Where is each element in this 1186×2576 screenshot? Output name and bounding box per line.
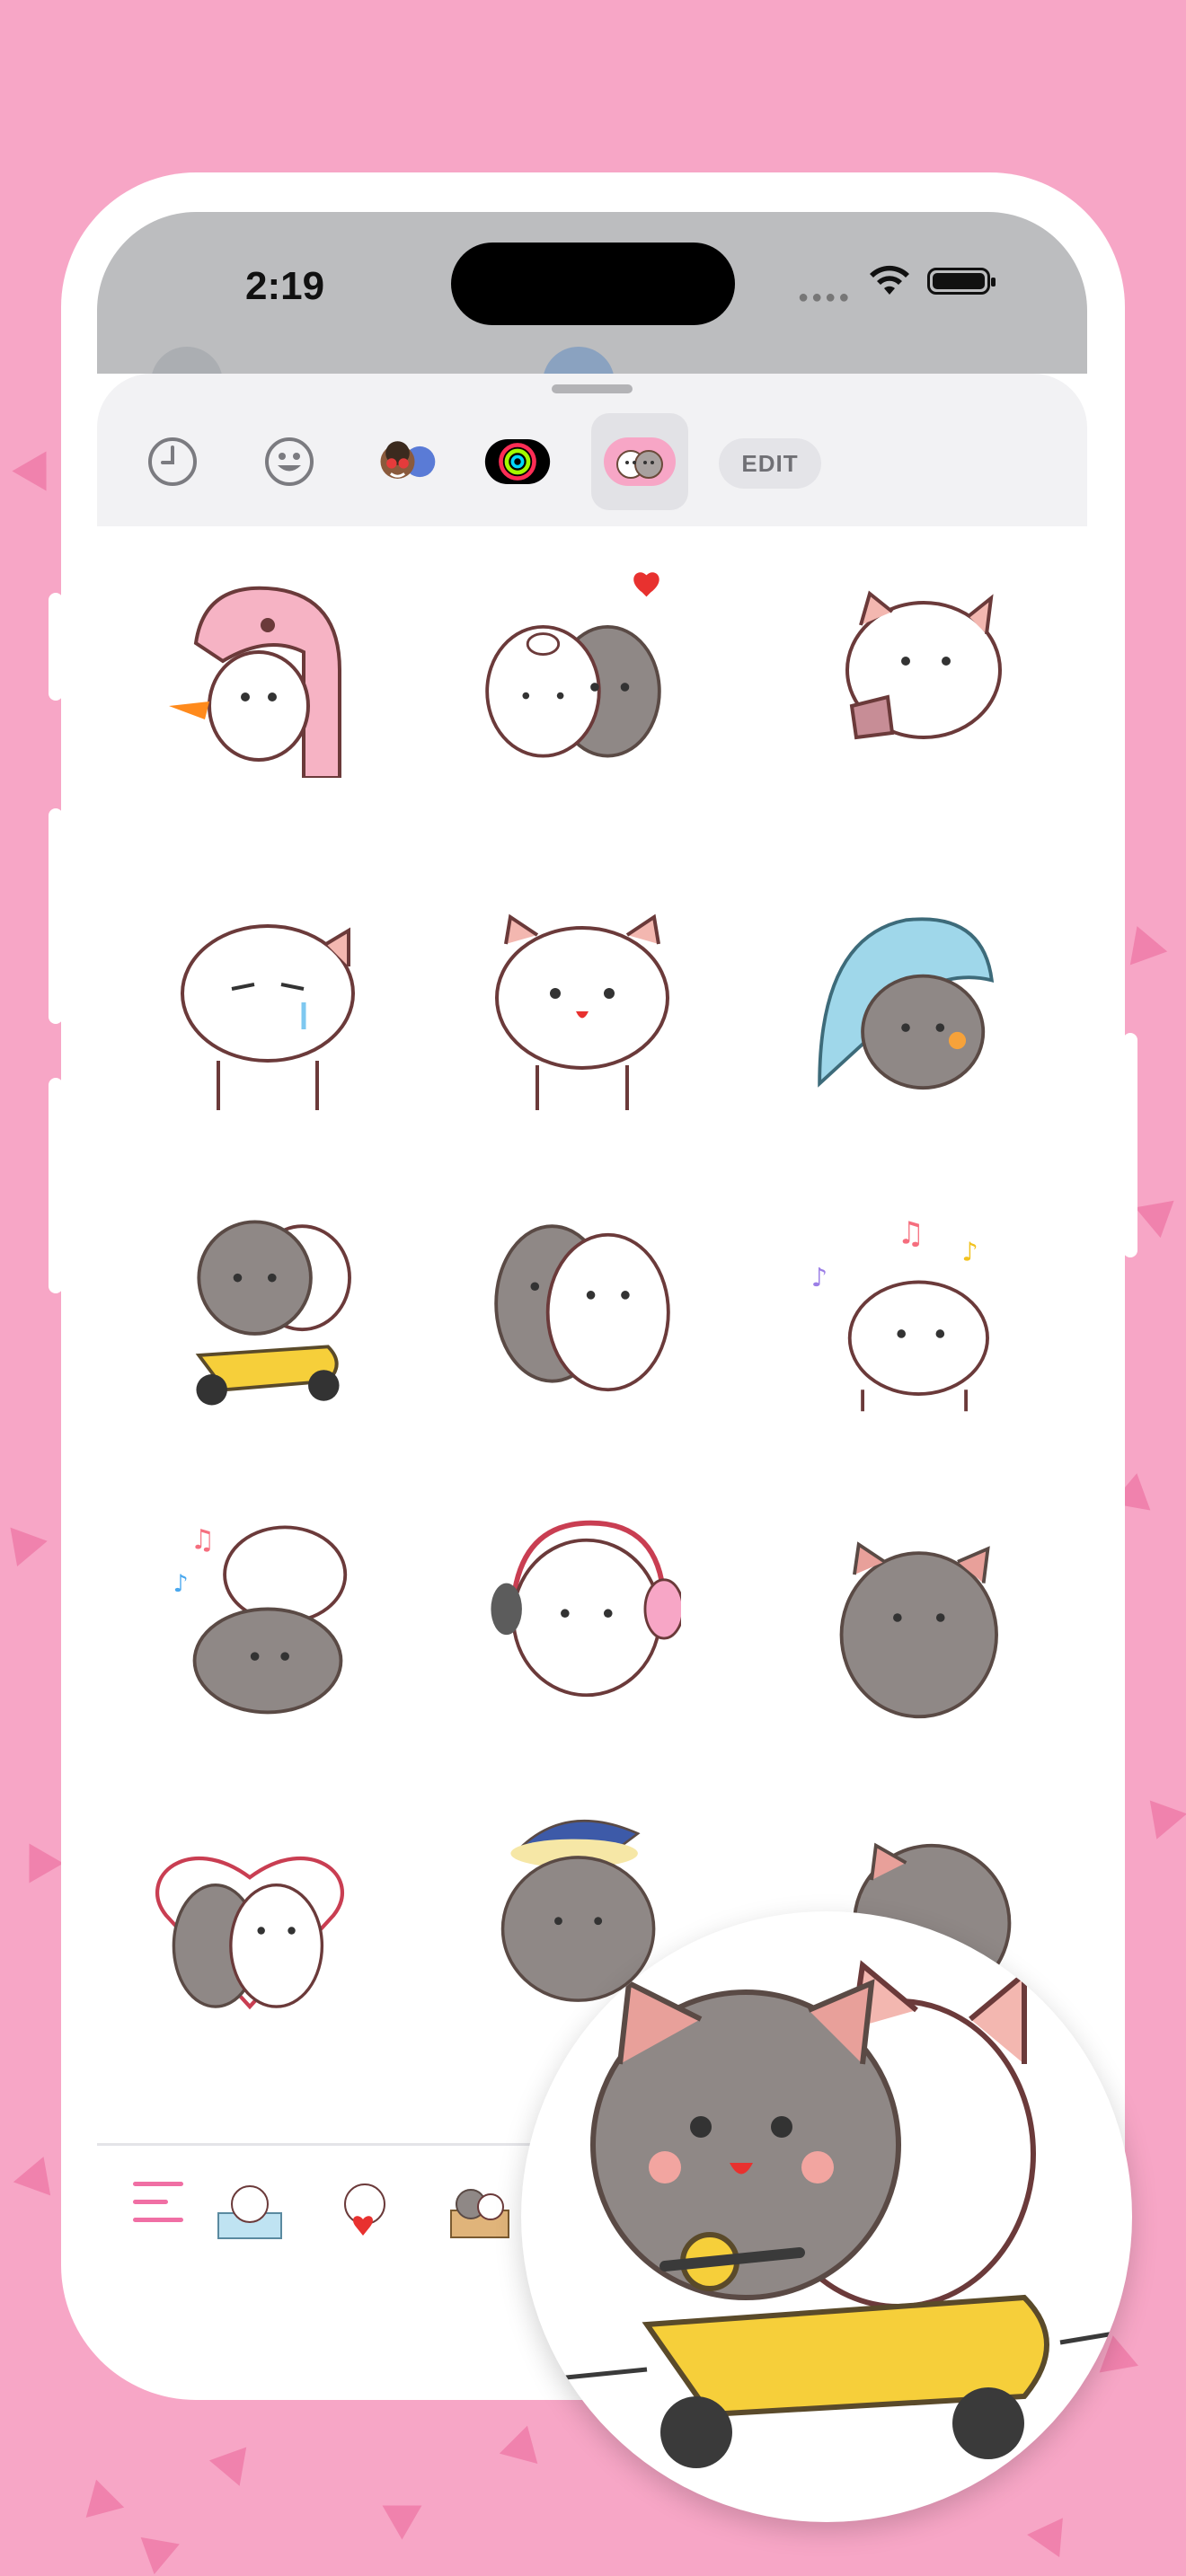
tab-recent[interactable] — [138, 428, 207, 496]
status-time: 2:19 — [245, 264, 325, 308]
tab-emoji[interactable] — [255, 428, 323, 496]
sticker-grey-cat-waving[interactable] — [816, 1514, 1013, 1721]
cats-riding-scooter-enlarged-icon — [556, 1960, 1115, 2468]
side-button — [1123, 1033, 1137, 1257]
tab-activity[interactable] — [483, 428, 552, 496]
tab-cat-stickers[interactable] — [591, 413, 688, 510]
sticker-tab-bar: EDIT — [97, 374, 1087, 526]
sticker-white-cat-headphones[interactable] — [483, 1514, 681, 1721]
clock-icon — [148, 437, 197, 486]
sheet-grabber[interactable] — [552, 384, 633, 393]
smiley-icon — [265, 437, 314, 486]
sticker-cats-on-scooter[interactable] — [169, 1209, 367, 1416]
svg-text:♫: ♫ — [190, 1524, 215, 1556]
sticker-white-cat-crying[interactable] — [169, 904, 367, 1110]
sticker-cats-hugging[interactable] — [483, 1209, 681, 1416]
tab-memoji[interactable] — [372, 428, 440, 496]
sticker-grey-cat-blue-dino[interactable] — [807, 886, 1005, 1092]
sticker-cats-stacked-music[interactable]: ♫ ♪ — [169, 1514, 367, 1721]
side-button — [49, 808, 63, 1024]
hamburger-menu-icon[interactable] — [133, 2182, 183, 2227]
sticker-pink-dino-cat-fire[interactable] — [169, 571, 367, 778]
sticker-white-cat-smiling[interactable] — [483, 904, 681, 1110]
svg-text:♪: ♪ — [811, 1262, 828, 1292]
cat-pack-icon[interactable] — [329, 2173, 401, 2245]
sticker-white-cat-drinking[interactable] — [816, 571, 1013, 778]
memoji-avatars-icon — [380, 441, 436, 479]
sticker-zoom-preview — [521, 1911, 1132, 2522]
cellular-dots-icon: ●●●● — [798, 287, 853, 307]
sticker-white-cat-music[interactable]: ♫ ♪ ♪ — [807, 1209, 1005, 1416]
activity-rings-icon — [484, 438, 551, 485]
side-button — [49, 1078, 63, 1293]
battery-icon — [927, 268, 996, 295]
svg-text:♪: ♪ — [173, 1570, 189, 1598]
sticker-cats-heart-outline[interactable] — [151, 1820, 349, 2026]
edit-button[interactable]: EDIT — [719, 438, 821, 489]
svg-text:♫: ♫ — [897, 1215, 925, 1251]
cat-pack-icon[interactable] — [214, 2173, 286, 2245]
sticker-pig-hood-with-grey-cat[interactable] — [474, 562, 672, 769]
dynamic-island — [451, 243, 735, 325]
svg-text:♪: ♪ — [961, 1237, 978, 1267]
wifi-icon — [870, 265, 909, 295]
cat-pack-icon[interactable] — [444, 2173, 516, 2245]
cat-sticker-pack-icon — [604, 437, 676, 486]
side-button — [49, 593, 63, 701]
